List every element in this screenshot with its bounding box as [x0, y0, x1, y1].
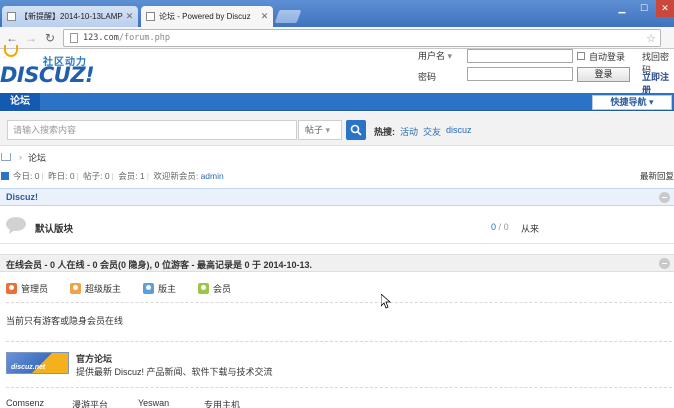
legend-member: 会员: [192, 282, 231, 295]
minimize-window-icon[interactable]: ▁: [612, 0, 632, 17]
online-legend: 管理员 超级版主 版主 会员: [0, 281, 247, 295]
back-arrow-icon[interactable]: ←: [4, 30, 20, 46]
browser-tab-bar: 【新提醒】2014-10-13LAMP ✕ 论坛 - Powered by Di…: [0, 0, 674, 27]
address-url: 123.com/forum.php: [83, 33, 171, 43]
page-favicon-icon: [146, 12, 155, 21]
moderator-user-icon: [143, 282, 155, 294]
footer-link[interactable]: 漫游平台: [72, 398, 108, 408]
hot-search-link[interactable]: 交友: [423, 125, 441, 138]
forum-counts: 0 / 0: [491, 222, 509, 232]
divider: [6, 341, 672, 342]
legend-super-moderator: 超级版主: [64, 282, 121, 295]
forum-row: 默认版块 0 / 0 从来: [0, 212, 674, 244]
nav-tab-forum[interactable]: 论坛: [0, 93, 40, 111]
forum-stats: 今日: 0 | 昨日: 0 | 帖子: 0 | 会员: 1 | 欢迎新会员: admin…: [0, 170, 674, 182]
breadcrumb: › 论坛: [0, 151, 46, 163]
latest-reply-link[interactable]: 最新回复: [640, 170, 674, 182]
password-field[interactable]: [467, 67, 573, 81]
admin-user-icon: [6, 282, 17, 294]
mouse-cursor-icon: [381, 294, 391, 309]
browser-tab-forum[interactable]: 论坛 - Powered by Discuz ✕: [141, 6, 273, 27]
maximize-window-icon[interactable]: ☐: [634, 0, 654, 17]
star-icon[interactable]: ☆: [646, 32, 656, 45]
password-label: 密码: [418, 72, 437, 82]
category-title[interactable]: Discuz!: [6, 192, 38, 202]
browser-tab-title: 【新提醒】2014-10-13LAMP: [20, 12, 123, 21]
member-user-icon: [198, 282, 210, 294]
site-header: 社区动力 DISCUZ! 用户名 ▾ 自动登录 找回密码 密码 登录 立即注册: [0, 45, 674, 95]
close-tab-icon[interactable]: ✕: [260, 11, 269, 22]
divider: [6, 387, 672, 388]
login-button[interactable]: 登录: [577, 67, 630, 82]
category-header: Discuz!: [0, 188, 674, 206]
search-bar: 请输入搜索内容 帖子 ▾ 热搜: 活动 交友 discuz: [0, 112, 674, 146]
forward-arrow-icon[interactable]: →: [23, 30, 39, 46]
search-type-select[interactable]: 帖子 ▾: [298, 120, 342, 140]
collapse-icon[interactable]: [659, 258, 670, 269]
footer-links: Comsenz 漫游平台 Yeswan 专用主机: [0, 398, 674, 408]
breadcrumb-separator-icon: ›: [19, 152, 22, 162]
close-window-icon[interactable]: ✕: [656, 0, 674, 17]
discuz-net-badge[interactable]: discuz.net: [6, 352, 69, 374]
super-moderator-user-icon: [70, 282, 82, 294]
forum-last-post: 从来: [521, 224, 540, 234]
browser-toolbar: ← → ↻ 123.com/forum.php ☆: [0, 27, 674, 49]
browser-tab-notice[interactable]: 【新提醒】2014-10-13LAMP ✕: [2, 6, 138, 27]
main-nav: 论坛 快捷导航 ▾: [0, 93, 674, 111]
legend-moderator: 版主: [137, 282, 176, 295]
breadcrumb-current: 论坛: [28, 152, 47, 163]
hot-search-link[interactable]: 活动: [400, 125, 418, 138]
divider: [6, 302, 672, 303]
search-button[interactable]: [346, 120, 366, 140]
search-icon: [350, 124, 362, 136]
partner-description: 提供最新 Discuz! 产品新闻、软件下载与技术交流: [76, 367, 273, 377]
partner-name-link[interactable]: 官方论坛: [76, 352, 112, 365]
forum-bubble-icon: [6, 217, 26, 234]
browser-tab-title: 论坛 - Powered by Discuz: [159, 12, 251, 21]
auto-login-checkbox[interactable]: [577, 52, 585, 60]
collapse-icon[interactable]: [659, 192, 670, 203]
stats-chart-icon[interactable]: [1, 172, 9, 180]
page-icon: [70, 33, 78, 43]
home-icon[interactable]: [1, 153, 11, 161]
stats-text: 今日: 0 | 昨日: 0 | 帖子: 0 | 会员: 1 | 欢迎新会员: admin: [13, 171, 224, 181]
address-bar[interactable]: 123.com/forum.php ☆: [63, 29, 661, 47]
online-note: 当前只有游客或隐身会员在线: [6, 316, 124, 326]
close-tab-icon[interactable]: ✕: [125, 11, 134, 22]
username-field[interactable]: [467, 49, 573, 63]
username-label[interactable]: 用户名 ▾: [418, 49, 452, 62]
footer-link[interactable]: Comsenz: [6, 398, 44, 408]
partner-link: discuz.net 官方论坛 提供最新 Discuz! 产品新闻、软件下载与技…: [0, 349, 674, 381]
legend-admin: 管理员: [0, 282, 48, 295]
reload-icon[interactable]: ↻: [42, 30, 58, 46]
newest-member-link[interactable]: admin: [201, 171, 224, 181]
hot-search-link[interactable]: discuz: [446, 125, 472, 135]
forum-name-link[interactable]: 默认版块: [35, 221, 73, 235]
online-header: 在线会员 - 0 人在线 - 0 会员(0 隐身), 0 位游客 - 最高记录是…: [0, 254, 674, 272]
new-tab-button[interactable]: [274, 10, 302, 23]
hot-search-label: 热搜:: [374, 127, 395, 137]
discuz-logo[interactable]: 社区动力 DISCUZ!: [0, 45, 120, 89]
footer-link[interactable]: 专用主机: [204, 398, 240, 408]
auto-login-label: 自动登录: [589, 52, 626, 62]
footer-link[interactable]: Yeswan: [138, 398, 169, 408]
page-favicon-icon: [7, 12, 16, 21]
logo-word: DISCUZ!: [0, 63, 95, 87]
quick-nav-button[interactable]: 快捷导航 ▾: [592, 95, 672, 110]
online-title[interactable]: 在线会员 - 0 人在线 - 0 会员(0 隐身), 0 位游客 - 最高记录是…: [6, 258, 312, 271]
search-input[interactable]: 请输入搜索内容: [7, 120, 297, 140]
logo-bulb-icon: [4, 45, 18, 57]
